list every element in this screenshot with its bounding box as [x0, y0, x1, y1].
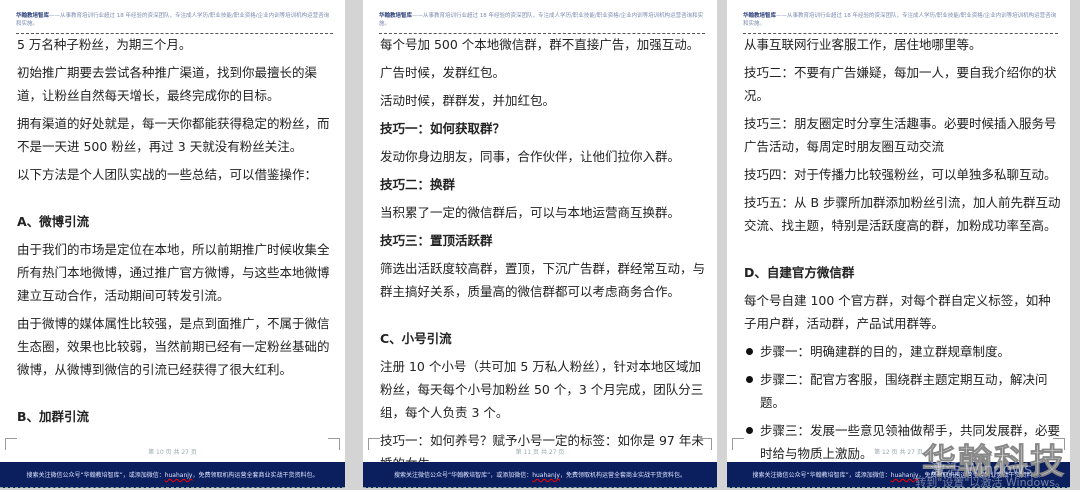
footer-wechat: huahanjy: [532, 472, 560, 479]
page-header: 华翰教培智库——从事教育培训行业超过 18 年经验的资深团队，专注成人学历/职业…: [379, 12, 705, 34]
paragraph: 技巧三：朋友圈定时分享生活趣事。必要时候插入服务号广告活动，每周定时朋友圈互动交…: [744, 116, 1057, 154]
footer-wechat: huahanjy: [164, 472, 193, 479]
section-heading: A、微博引流: [17, 214, 90, 229]
paragraph: 技巧二：不要有广告嫌疑，每加一人，要自我介绍你的状况。: [744, 65, 1057, 103]
document-page-10: 华翰教培智库——从事教育培训行业超过 18 年经验的资深团队，专注成人学历/职业…: [0, 0, 345, 488]
section-heading: C、小号引流: [380, 331, 452, 346]
footer-text: 搜索关注微信公众号“华翰教培智库”，或添加微信：: [26, 472, 165, 479]
page-footer: 搜索关注微信公众号“华翰教培智库”，或添加微信：huahanjy，免费领取机构运…: [363, 462, 717, 488]
page-body: 从事互联网行业客服工作，居住地哪里等。 技巧二：不要有广告嫌疑，每加一人，要自我…: [744, 33, 1062, 470]
header-text: ——从事教育培训行业超过 18 年经验的资深团队，专注成人学历/职业技能/职业资…: [379, 13, 704, 27]
document-page-12: 华翰教培智库——从事教育培训行业超过 18 年经验的资深团队，专注成人学历/职业…: [727, 0, 1070, 488]
section-heading: B、加群引流: [17, 409, 90, 424]
paragraph: 拥有渠道的好处就是，每一天你都能获得稳定的粉丝，而不是一天进 500 粉丝，再过…: [17, 116, 330, 154]
paragraph: 筛选出活跃度较高群，置顶，下沉广告群，群经常互动，与群主搞好关系，质量高的微信群…: [380, 261, 706, 299]
tip-heading: 技巧二：换群: [380, 177, 456, 192]
paragraph: 活动时候，群群发，并加红包。: [380, 93, 556, 108]
page-footer: 搜索关注微信公众号“华翰教培智库”，或添加微信：huahanjy，免费领取机构运…: [0, 462, 345, 488]
page-number: 第 11 页 共 27 页: [515, 449, 565, 456]
header-brand: 华翰教培智库: [379, 13, 413, 19]
paragraph: 5 万名种子粉丝，为期三个月。: [17, 37, 192, 52]
bullet-item: 步骤一：明确建群的目的，建立群规章制度。: [744, 340, 1062, 363]
paragraph: 技巧五：从 B 步骤所加群添加粉丝引流，加人前先群互动交流、找主题，特别是活跃度…: [744, 195, 1061, 233]
document-page-11: 华翰教培智库——从事教育培训行业超过 18 年经验的资深团队，专注成人学历/职业…: [363, 0, 717, 488]
paragraph: 广告时候，发群红包。: [380, 65, 506, 80]
page-number: 第 10 页 共 27 页: [148, 449, 197, 456]
bullet-item: 步骤二：配官方客服，围绕群主题定期互动，解决问题。: [744, 368, 1062, 414]
paragraph: 技巧四：对于传播力比较强粉丝，可以单独多私聊互动。: [744, 167, 1057, 182]
paragraph: 从事互联网行业客服工作，居住地哪里等。: [744, 37, 982, 52]
page-body: 5 万名种子粉丝，为期三个月。 初始推广期要去尝试各种推广渠道，找到你最擅长的渠…: [17, 33, 337, 433]
footer-text: ，免费领取机构运营全套商业实战干货资料包。: [560, 472, 687, 479]
paragraph: 由于我们的市场是定位在本地，所以前期推广时候收集全所有热门本地微博，通过推广官方…: [17, 242, 330, 303]
paragraph: 发动你身边朋友，同事，合作伙伴，让他们拉你入群。: [380, 149, 681, 164]
page-header: 华翰教培智库——从事教育培训行业超过 18 年经验的资深团队，专注成人学历/职业…: [743, 12, 1058, 34]
paragraph: 每个号自建 100 个官方群，对每个群自定义标签，如种子用户群，活动群，产品试用…: [744, 293, 1051, 331]
page-body: 每个号加 500 个本地微信群，群不直接广告，加强互动。 广告时候，发群红包。 …: [380, 33, 709, 480]
paragraph: 当积累了一定的微信群后，可以与本地运营商互换群。: [380, 205, 681, 220]
paragraph: 初始推广期要去尝试各种推广渠道，找到你最擅长的渠道，让粉丝自然每天增长，最终完成…: [17, 65, 318, 103]
tip-heading: 技巧一：如何获取群？: [380, 121, 506, 136]
header-text: ——从事教育培训行业超过 18 年经验的资深团队，专注成人学历/职业技能/职业资…: [743, 13, 1057, 27]
footer-text: 搜索关注微信公众号“华翰教培智库”，或添加微信：: [752, 472, 891, 479]
page-header: 华翰教培智库——从事教育培训行业超过 18 年经验的资深团队，专注成人学历/职业…: [16, 12, 333, 34]
section-heading: D、自建官方微信群: [744, 265, 855, 280]
tip-heading: 技巧三：置顶活跃群: [380, 233, 493, 248]
paragraph: 由于微博的媒体属性比较强，是点到面推广，不属于微信生态圈，效果也比较弱，当然前期…: [17, 316, 330, 377]
header-brand: 华翰教培智库: [16, 13, 50, 19]
header-brand: 华翰教培智库: [743, 13, 777, 19]
paragraph: 注册 10 个小号（共可加 5 万私人粉丝），针对本地区域加粉丝，每天每个小号加…: [380, 359, 704, 420]
paragraph: 每个号加 500 个本地微信群，群不直接广告，加强互动。: [380, 37, 700, 52]
paragraph: 以下方法是个人团队实战的一些总结，可以借鉴操作：: [17, 167, 318, 182]
header-text: ——从事教育培训行业超过 18 年经验的资深团队，专注成人学历/职业技能/职业资…: [16, 13, 330, 27]
footer-text: 搜索关注微信公众号“华翰教培智库”，或添加微信：: [393, 472, 533, 479]
footer-text: ，免费领取机构运营全套商业实战干货资料包。: [192, 472, 319, 479]
